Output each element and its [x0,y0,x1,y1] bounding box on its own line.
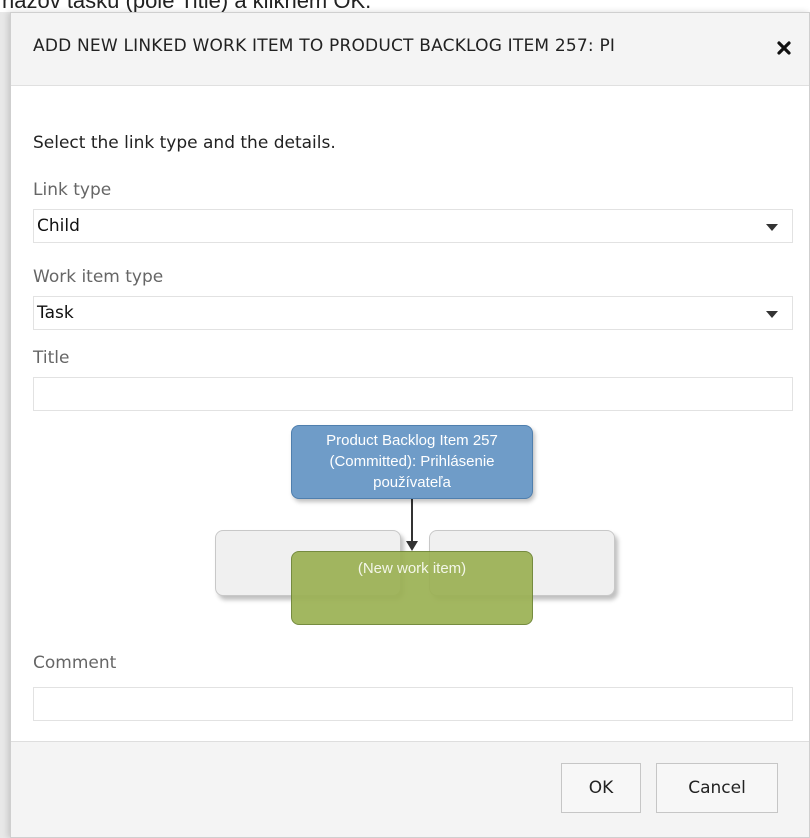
arrow-down-icon [406,541,418,551]
instruction-text: Select the link type and the details. [33,133,336,153]
parent-work-item-node: Product Backlog Item 257 (Committed): Pr… [291,425,533,499]
link-arrow-line [411,499,413,547]
background-text: nazov tasku (pole Title) a kliknem OK. [2,0,371,12]
work-item-type-label: Work item type [33,267,164,287]
add-linked-work-item-dialog: ADD NEW LINKED WORK ITEM TO PRODUCT BACK… [10,12,810,838]
close-icon [777,41,791,55]
chevron-down-icon [766,224,778,231]
close-button[interactable] [771,35,797,61]
background-page: nazov tasku (pole Title) a kliknem OK. [0,0,810,12]
link-type-select[interactable]: Child [33,209,793,243]
cancel-button[interactable]: Cancel [656,763,778,813]
link-type-label: Link type [33,180,112,200]
work-item-type-select[interactable]: Task [33,296,793,330]
work-item-type-value: Task [37,303,74,323]
dialog-titlebar: ADD NEW LINKED WORK ITEM TO PRODUCT BACK… [11,13,809,86]
title-input[interactable] [33,377,793,411]
new-work-item-node: (New work item) [291,551,533,625]
ok-button[interactable]: OK [561,763,641,813]
title-label: Title [33,348,70,368]
link-diagram: Product Backlog Item 257 (Committed): Pr… [141,420,687,640]
dialog-footer: OK Cancel [11,741,809,837]
comment-input[interactable] [33,687,793,721]
chevron-down-icon [766,311,778,318]
dialog-title: ADD NEW LINKED WORK ITEM TO PRODUCT BACK… [33,36,616,56]
link-type-value: Child [37,216,80,236]
comment-label: Comment [33,653,117,673]
